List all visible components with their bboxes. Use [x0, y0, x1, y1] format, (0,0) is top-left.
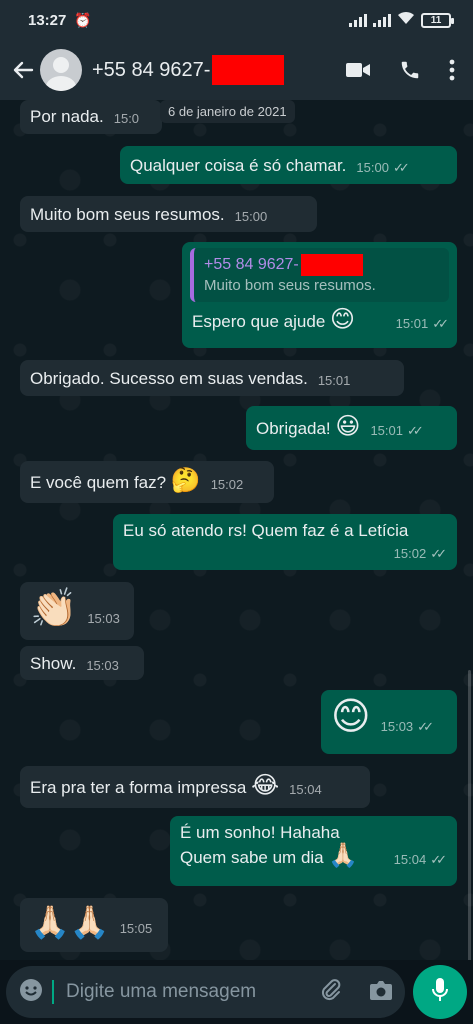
message-incoming-emoji[interactable]: 👏🏻 15:03: [20, 582, 134, 640]
read-receipt-icon: ✓✓: [432, 315, 449, 331]
microphone-icon: [431, 977, 449, 1008]
microphone-button[interactable]: [413, 965, 467, 1019]
message-time: 15:05: [119, 921, 153, 937]
grinning-emoji: 😃: [335, 413, 361, 440]
message-time: 15:02: [393, 546, 427, 562]
alarm-icon: ⏰: [74, 11, 92, 28]
signal-icon-2: [373, 13, 391, 27]
message-incoming[interactable]: Muito bom seus resumos. 15:00: [20, 196, 317, 232]
message-text: Por nada.: [30, 107, 104, 126]
message-text: Muito bom seus resumos.: [30, 205, 225, 224]
message-input[interactable]: Digite uma mensagem: [66, 981, 319, 1003]
message-outgoing-emoji[interactable]: 😊 15:03 ✓✓: [321, 690, 457, 754]
redaction-box: [300, 254, 363, 276]
message-text: Show.: [30, 654, 77, 673]
battery-icon: 11: [421, 12, 454, 28]
quoted-author: +55 84 9627-: [204, 254, 439, 276]
message-text: Eu só atendo rs! Quem faz é a Letícia: [123, 521, 409, 540]
contact-number: +55 84 9627-: [92, 58, 211, 81]
back-arrow-icon[interactable]: [10, 59, 36, 81]
message-text: Obrigado. Sucesso em suas vendas.: [30, 369, 308, 388]
message-incoming[interactable]: Era pra ter a forma impressa 😂 15:04: [20, 766, 370, 808]
message-text-line2: Quem sabe um dia: [180, 848, 324, 868]
read-receipt-icon: ✓✓: [417, 719, 434, 735]
wifi-icon: [397, 11, 415, 29]
message-text: É um sonho! Hahaha: [180, 823, 340, 842]
read-receipt-icon: ✓✓: [430, 546, 447, 562]
more-options-icon[interactable]: [449, 59, 455, 81]
message-text: Obrigada!: [256, 419, 331, 438]
chat-area[interactable]: Por nada. 15:0 6 de janeiro de 2021 Qualq…: [0, 100, 473, 960]
message-incoming-emoji[interactable]: 🙏🏻🙏🏻 15:05: [20, 898, 168, 952]
message-time: 15:01: [370, 423, 403, 439]
attach-icon[interactable]: [319, 978, 343, 1007]
battery-level: 11: [430, 14, 442, 26]
message-time: 15:02: [210, 477, 244, 493]
redaction-box: [212, 55, 285, 85]
message-time: 15:0: [113, 111, 140, 127]
status-time: 13:27: [28, 11, 67, 29]
message-composer[interactable]: Digite uma mensagem: [6, 966, 406, 1018]
message-incoming[interactable]: E você quem faz? 🤔 15:02: [20, 461, 274, 503]
message-outgoing[interactable]: Eu só atendo rs! Quem faz é a Letícia 15…: [113, 514, 457, 570]
message-time: 15:04: [393, 852, 427, 868]
quoted-text: Muito bom seus resumos.: [204, 277, 376, 294]
message-text: Era pra ter a forma impressa: [30, 778, 247, 797]
clapping-hands-emoji: 👏🏻: [30, 588, 78, 630]
date-chip: 6 de janeiro de 2021: [160, 100, 295, 123]
message-time: 15:03: [86, 658, 119, 674]
message-text: Qualquer coisa é só chamar.: [130, 156, 347, 175]
read-receipt-icon: ✓✓: [430, 852, 447, 868]
emoji-icon[interactable]: [18, 977, 44, 1008]
message-incoming[interactable]: Por nada. 15:0: [20, 100, 162, 134]
contact-name[interactable]: +55 84 9627-: [92, 55, 285, 85]
message-text: Espero que ajude: [192, 311, 326, 331]
smiling-emoji: 😊: [331, 696, 371, 738]
smiling-emoji: 😊: [330, 305, 356, 333]
message-text: E você quem faz?: [30, 473, 167, 492]
phone-call-icon[interactable]: [399, 59, 421, 81]
video-call-icon[interactable]: [345, 61, 371, 79]
message-time: 15:03: [380, 719, 414, 735]
message-time: 15:04: [289, 782, 322, 798]
message-outgoing[interactable]: Obrigada! 😃 15:01 ✓✓: [246, 406, 457, 450]
message-incoming[interactable]: Show. 15:03: [20, 646, 144, 680]
message-outgoing-reply[interactable]: +55 84 9627- Muito bom seus resumos. Esp…: [182, 242, 457, 348]
composer-bar: Digite uma mensagem: [0, 960, 473, 1024]
status-icons: 11: [349, 11, 454, 29]
status-bar: 13:27 ⏰ 11: [0, 0, 473, 40]
read-receipt-icon: ✓✓: [406, 423, 424, 439]
quoted-message[interactable]: +55 84 9627- Muito bom seus resumos.: [190, 248, 449, 302]
folded-hands-emoji: 🙏🏻: [328, 842, 359, 870]
header-actions: [345, 59, 463, 81]
message-outgoing[interactable]: É um sonho! Hahaha Quem sabe um dia 🙏🏻 15…: [170, 816, 457, 886]
thinking-emoji: 🤔: [170, 467, 201, 494]
message-time: 15:03: [87, 611, 120, 627]
read-receipt-icon: ✓✓: [392, 160, 410, 176]
message-time: 15:01: [395, 315, 429, 331]
message-incoming[interactable]: Obrigado. Sucesso em suas vendas. 15:01: [20, 360, 404, 396]
scrollbar[interactable]: [468, 670, 471, 960]
chat-header: +55 84 9627-: [0, 40, 473, 100]
signal-icon: [349, 13, 367, 27]
avatar[interactable]: [40, 49, 82, 91]
folded-hands-emoji: 🙏🏻🙏🏻: [30, 904, 110, 940]
text-cursor: [52, 980, 54, 1004]
message-time: 15:00: [356, 160, 389, 176]
laughing-emoji: 😂: [251, 772, 280, 799]
message-time: 15:01: [317, 373, 351, 389]
message-outgoing[interactable]: Qualquer coisa é só chamar. 15:00 ✓✓: [120, 146, 457, 184]
message-time: 15:00: [234, 209, 268, 225]
camera-icon[interactable]: [369, 979, 393, 1006]
